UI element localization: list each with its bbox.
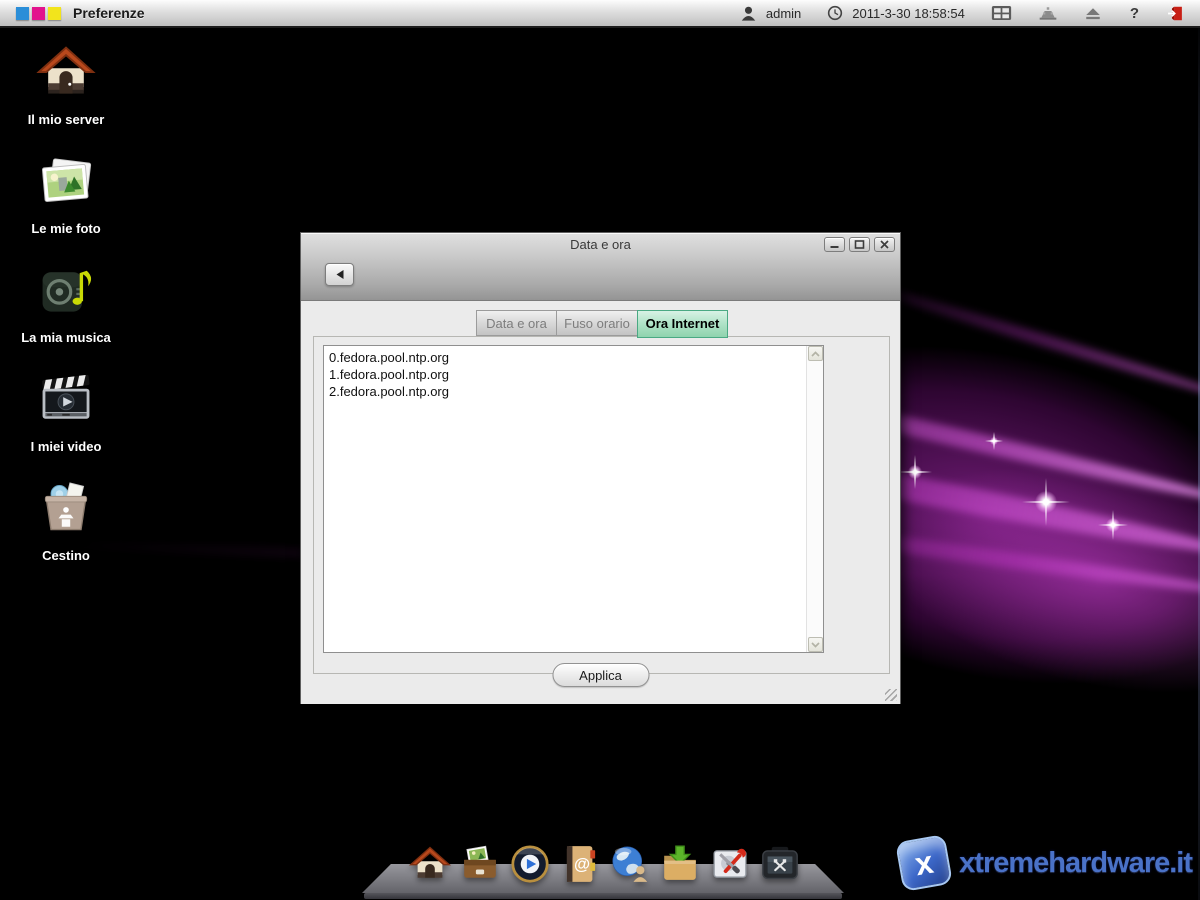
brand-logo-icon xyxy=(16,6,61,20)
desktop-icon-label: La mia musica xyxy=(21,330,111,345)
disk-utility-icon xyxy=(713,848,747,878)
desktop-icon-label: Cestino xyxy=(42,548,90,563)
music-icon xyxy=(42,270,92,312)
desktop-icon-my-videos[interactable]: I miei video xyxy=(16,369,116,454)
ntp-server-list[interactable]: 0.fedora.pool.ntp.org 1.fedora.pool.ntp.… xyxy=(323,345,824,653)
ntp-server-row: 0.fedora.pool.ntp.org xyxy=(329,350,449,365)
watermark-text: xtremehardware.it xyxy=(959,846,1193,879)
backup-device-icon xyxy=(762,846,798,880)
window-title: Data e ora xyxy=(570,237,631,252)
photos-icon xyxy=(41,158,92,202)
tab-data-e-ora[interactable]: Data e ora xyxy=(476,310,557,336)
ntp-groupbox: 0.fedora.pool.ntp.org 1.fedora.pool.ntp.… xyxy=(313,336,890,674)
sparkle xyxy=(985,432,1003,450)
download-folder-icon xyxy=(664,845,696,880)
top-menubar: Preferenze admin 2011-3-30 18:58:54 ? xyxy=(0,0,1200,28)
window-titlebar[interactable]: Data e ora xyxy=(301,233,900,301)
minimize-icon xyxy=(830,246,839,248)
close-button[interactable] xyxy=(874,237,895,252)
home-icon xyxy=(36,46,96,94)
desktop-icon-label: Il mio server xyxy=(27,112,105,127)
logout-icon[interactable] xyxy=(1167,5,1184,22)
sparkle xyxy=(1098,510,1128,540)
dock-item-web[interactable] xyxy=(608,842,652,886)
app-title: Preferenze xyxy=(73,5,145,21)
back-arrow-icon xyxy=(336,270,343,279)
desktop-icon-my-music[interactable]: La mia musica xyxy=(16,260,116,345)
desktop-icon-my-server[interactable]: Il mio server xyxy=(16,42,116,127)
network-places-icon[interactable] xyxy=(1038,6,1058,21)
back-button[interactable] xyxy=(325,263,354,286)
media-player-icon xyxy=(511,845,549,883)
dock-item-disk-utility[interactable] xyxy=(708,842,752,886)
maximize-icon xyxy=(854,240,865,249)
sparkle xyxy=(898,455,932,489)
user-icon xyxy=(740,5,757,22)
ntp-server-row: 2.fedora.pool.ntp.org xyxy=(329,384,449,399)
chevron-down-icon xyxy=(811,641,820,648)
minimize-button[interactable] xyxy=(824,237,845,252)
videos-icon xyxy=(42,374,90,419)
trash-icon xyxy=(44,482,88,531)
settings-tabs: Data e ora Fuso orario Ora Internet xyxy=(476,310,728,338)
tab-fuso-orario[interactable]: Fuso orario xyxy=(556,310,638,336)
apply-button[interactable]: Applica xyxy=(552,663,649,687)
dock-item-photos[interactable] xyxy=(458,842,502,886)
chevron-up-icon xyxy=(811,350,820,357)
desktop-icon-label: I miei video xyxy=(30,439,102,454)
clock-icon xyxy=(827,5,843,21)
desktop-icon-column: Il mio server Le mie foto La mia musica … xyxy=(16,42,116,587)
dock-item-backup[interactable] xyxy=(758,842,802,886)
desktop-icon-my-photos[interactable]: Le mie foto xyxy=(16,151,116,236)
dock: @ xyxy=(362,845,844,900)
dock-item-download[interactable] xyxy=(658,842,702,886)
maximize-button[interactable] xyxy=(849,237,870,252)
home-icon xyxy=(408,846,452,878)
dock-item-home[interactable] xyxy=(408,842,452,886)
svg-text:@: @ xyxy=(574,856,590,874)
desktop-icon-trash[interactable]: Cestino xyxy=(16,478,116,563)
web-icon xyxy=(612,846,648,882)
photo-box-icon xyxy=(464,845,496,878)
close-icon xyxy=(880,240,889,249)
date-time-dialog: Data e ora Data e ora Fuso orario Ora In… xyxy=(300,232,901,704)
list-scrollbar[interactable] xyxy=(806,346,823,652)
window-body: Data e ora Fuso orario Ora Internet 0.fe… xyxy=(301,301,900,704)
dock-item-contacts[interactable]: @ xyxy=(558,842,602,886)
watermark: x xtremehardware.it xyxy=(895,834,1193,892)
apps-grid-icon[interactable] xyxy=(991,5,1012,21)
dock-platform-base xyxy=(364,893,842,899)
resize-grip[interactable] xyxy=(885,689,897,701)
help-icon[interactable]: ? xyxy=(1128,5,1141,22)
scroll-up-button[interactable] xyxy=(808,346,823,361)
desktop-icon-label: Le mie foto xyxy=(31,221,101,236)
dock-item-media-player[interactable] xyxy=(508,842,552,886)
contacts-icon: @ xyxy=(566,846,596,882)
logged-in-user[interactable]: admin xyxy=(766,6,801,21)
system-datetime: 2011-3-30 18:58:54 xyxy=(852,5,965,21)
eject-icon[interactable] xyxy=(1084,6,1102,21)
sparkle xyxy=(1022,478,1070,526)
ntp-server-row: 1.fedora.pool.ntp.org xyxy=(329,367,449,382)
scroll-down-button[interactable] xyxy=(808,637,823,652)
tab-ora-internet[interactable]: Ora Internet xyxy=(637,310,728,338)
xtremehardware-logo-icon: x xyxy=(895,834,954,892)
